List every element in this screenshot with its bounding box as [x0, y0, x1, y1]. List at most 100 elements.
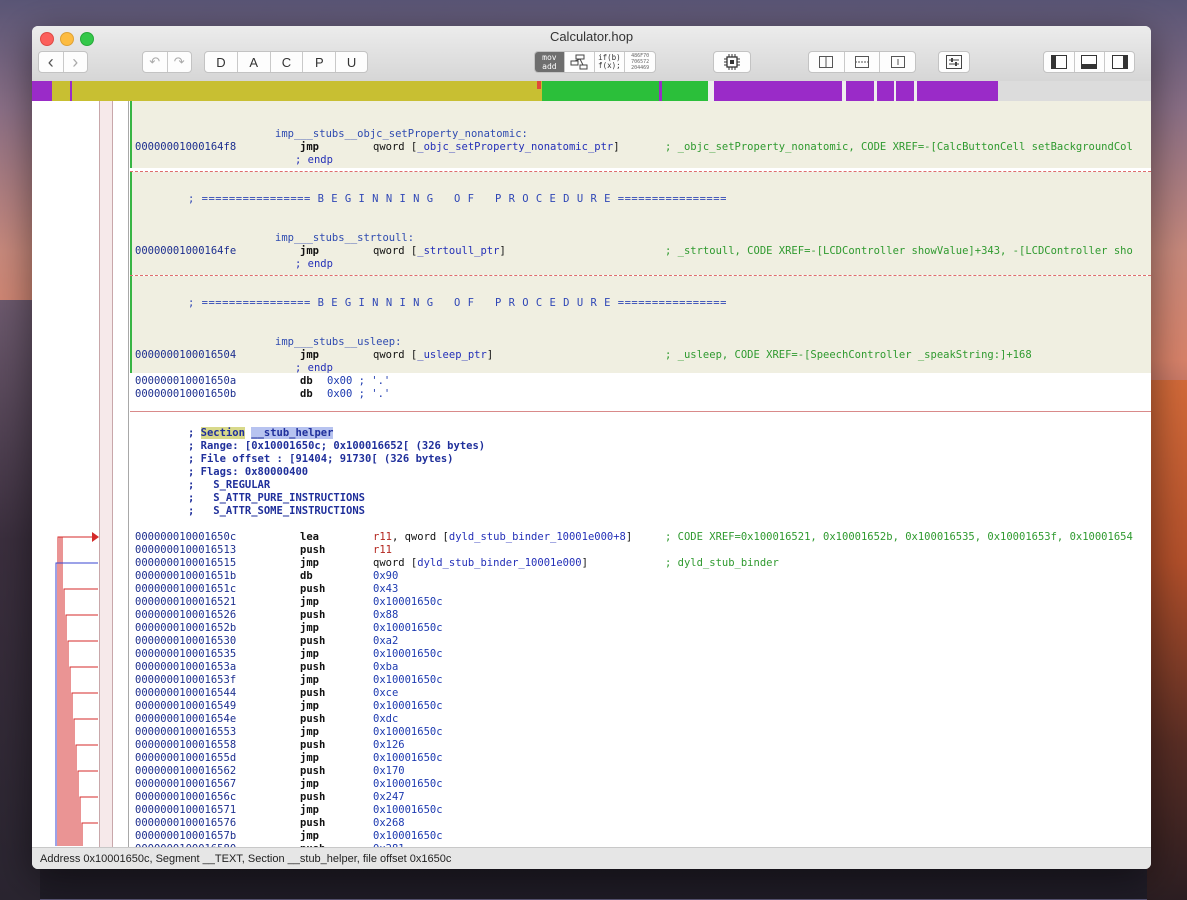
- control-flow-graph-icon: [570, 54, 588, 70]
- address[interactable]: 0000000100016530: [135, 635, 236, 648]
- address: 00000001000164f8: [135, 141, 237, 153]
- operand: qword [_objc_setProperty_nonatomic_ptr]: [373, 141, 620, 154]
- address[interactable]: 000000010001651b: [135, 570, 236, 583]
- operand-symbol[interactable]: _usleep_ptr: [417, 349, 487, 361]
- left-sidebar-icon: [1050, 55, 1067, 69]
- breakpoint-gutter[interactable]: [99, 101, 113, 847]
- mode-procedure-button[interactable]: P: [303, 52, 337, 72]
- operand-text: 0x88: [373, 609, 399, 621]
- view-hex-line3: 204469: [631, 65, 650, 71]
- procedure-label[interactable]: imp___stubs__objc_setProperty_nonatomic:: [275, 128, 528, 141]
- code-line[interactable]: 00000001000164f8: [135, 141, 236, 154]
- navbar-segment: [798, 81, 998, 101]
- address[interactable]: 0000000100016553: [135, 726, 236, 739]
- layout-rows-button[interactable]: [845, 52, 881, 72]
- address[interactable]: 000000010001655d: [135, 752, 236, 765]
- address[interactable]: 0000000100016535: [135, 648, 236, 661]
- operand-text: 0x10001650c: [373, 700, 443, 712]
- mode-undefined-button[interactable]: U: [336, 52, 367, 72]
- titlebar: Calculator.hop ‹ › ↶ ↷ D A C P U mov add …: [32, 26, 1151, 82]
- view-pseudocode-button[interactable]: if(b) f(x);: [595, 52, 626, 72]
- undo-button[interactable]: ↶: [143, 52, 168, 72]
- procedure-label[interactable]: imp___stubs__strtoull:: [275, 232, 414, 245]
- mnemonic: jmp: [300, 700, 319, 712]
- address[interactable]: 0000000100016576: [135, 817, 236, 830]
- address[interactable]: 000000010001650a: [135, 375, 236, 388]
- layout-columns-button[interactable]: [809, 52, 845, 72]
- address[interactable]: 000000010001652b: [135, 622, 236, 635]
- comment-marker: ;: [188, 427, 195, 439]
- navbar-gap: [914, 81, 917, 101]
- bottom-panel-icon: [1081, 55, 1098, 69]
- toggle-left-panel-button[interactable]: [1044, 52, 1075, 72]
- operand-symbol[interactable]: dyld_stub_binder_10001e000+8: [449, 531, 626, 543]
- operand-symbol[interactable]: _objc_setProperty_nonatomic_ptr: [417, 141, 613, 153]
- chevron-left-icon: ‹: [47, 51, 54, 72]
- comment: ; CODE XREF=0x100016521, 0x10001652b, 0x…: [665, 531, 1133, 543]
- toggle-bottom-panel-button[interactable]: [1075, 52, 1106, 72]
- back-button[interactable]: ‹: [39, 52, 64, 72]
- procedure-label[interactable]: imp___stubs__usleep:: [275, 336, 401, 349]
- operand-symbol[interactable]: _strtoull_ptr: [417, 245, 499, 257]
- cpu-button[interactable]: [713, 51, 751, 73]
- navbar-segment: [542, 81, 659, 101]
- address[interactable]: 0000000100016571: [135, 804, 236, 817]
- mode-code-button[interactable]: C: [271, 52, 304, 72]
- operand-text: 0x268: [373, 817, 405, 829]
- code-line[interactable]: 00000001000164fe: [135, 245, 236, 258]
- section-header: ; Section __stub_helper: [188, 427, 334, 440]
- address[interactable]: 000000010001656c: [135, 791, 236, 804]
- toggle-right-panel-button[interactable]: [1105, 52, 1134, 72]
- disassembly-view[interactable]: imp___stubs__objc_setProperty_nonatomic:…: [32, 101, 1151, 847]
- redo-button[interactable]: ↷: [168, 52, 192, 72]
- address[interactable]: 0000000100016562: [135, 765, 236, 778]
- address[interactable]: 000000010001651c: [135, 583, 236, 596]
- address[interactable]: 000000010001654e: [135, 713, 236, 726]
- address[interactable]: 0000000100016526: [135, 609, 236, 622]
- address[interactable]: 000000010001657b: [135, 830, 236, 843]
- mnemonic: jmp: [300, 648, 319, 660]
- mode-data-button[interactable]: D: [205, 52, 238, 72]
- address[interactable]: 0000000100016521: [135, 596, 236, 609]
- desktop-wallpaper-right: [1147, 380, 1187, 900]
- comment: ; _usleep, CODE XREF=-[SpeechController …: [665, 349, 1032, 361]
- operand-symbol[interactable]: dyld_stub_binder_10001e000: [417, 557, 581, 569]
- address[interactable]: 0000000100016513: [135, 544, 236, 557]
- operand-suffix: ]: [613, 141, 620, 153]
- mnemonic: lea: [300, 531, 319, 543]
- script-button[interactable]: [938, 51, 970, 73]
- address[interactable]: 000000010001653f: [135, 674, 236, 687]
- code-listing[interactable]: imp___stubs__objc_setProperty_nonatomic:…: [130, 101, 1151, 847]
- address[interactable]: 0000000100016549: [135, 700, 236, 713]
- operand-register: r11: [373, 544, 392, 556]
- section-name[interactable]: __stub_helper: [251, 427, 334, 439]
- address[interactable]: 0000000100016544: [135, 687, 236, 700]
- jump-arrows: [55, 532, 99, 846]
- mnemonic: db: [300, 570, 313, 582]
- address[interactable]: 000000010001650c: [135, 531, 236, 544]
- operand-text: 0xce: [373, 687, 399, 699]
- address[interactable]: 0000000100016567: [135, 778, 236, 791]
- view-assembly-button[interactable]: mov add: [535, 52, 565, 72]
- address[interactable]: 0000000100016558: [135, 739, 236, 752]
- procedure-block: [130, 172, 1151, 275]
- operand-text: 0xba: [373, 661, 399, 673]
- view-cfg-button[interactable]: [565, 52, 595, 72]
- operand-text: 0x247: [373, 791, 405, 803]
- mode-ascii-button[interactable]: A: [238, 52, 271, 72]
- operand: qword [_usleep_ptr]: [373, 349, 493, 362]
- operand-suffix: ]: [625, 531, 633, 543]
- layout-info-button[interactable]: [880, 52, 915, 72]
- view-hex-button[interactable]: 486F70 706572 204469: [625, 52, 655, 72]
- operand-text: 0x10001650c: [373, 752, 443, 764]
- operand: 0x10001650c: [373, 596, 443, 609]
- forward-button[interactable]: ›: [64, 52, 88, 72]
- address[interactable]: 000000010001650b: [135, 388, 236, 401]
- address[interactable]: 000000010001653a: [135, 661, 236, 674]
- segment-navigation-bar[interactable]: [32, 81, 1151, 101]
- address[interactable]: 0000000100016515: [135, 557, 236, 570]
- code-line[interactable]: 0000000100016504: [135, 349, 236, 362]
- operand-text: 0x170: [373, 765, 405, 777]
- navbar-gap: [894, 81, 896, 101]
- section-flag: ; S_REGULAR: [188, 479, 271, 491]
